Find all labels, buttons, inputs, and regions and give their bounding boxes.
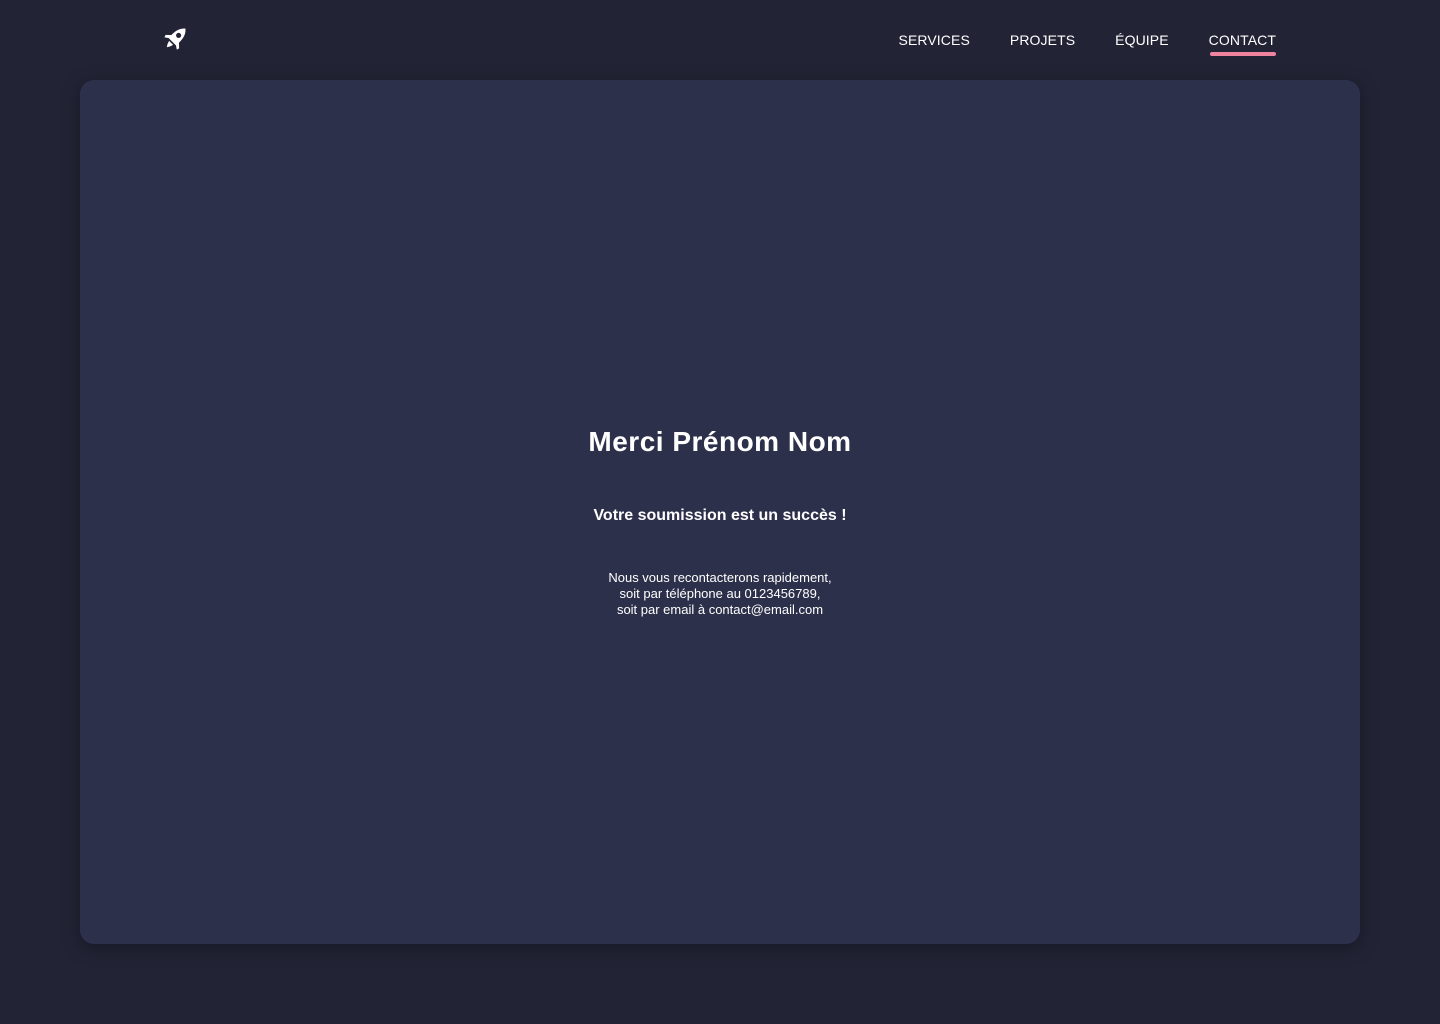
nav-link-contact[interactable]: CONTACT <box>1209 31 1277 56</box>
confirmation-card: Merci Prénom Nom Votre soumission est un… <box>80 80 1360 944</box>
rocket-logo-link[interactable] <box>158 22 192 56</box>
thank-you-title: Merci Prénom Nom <box>588 426 852 457</box>
site-header: SERVICES PROJETS ÉQUIPE CONTACT <box>0 0 1440 80</box>
follow-up-message: Nous vous recontacterons rapidement, soi… <box>80 570 1360 618</box>
message-line: soit par téléphone au 0123456789, <box>619 586 821 601</box>
nav-link-projets[interactable]: PROJETS <box>1010 31 1075 49</box>
rocket-icon <box>164 28 186 50</box>
message-line: soit par email à contact@email.com <box>616 602 824 617</box>
success-subtitle: Votre soumission est un succès ! <box>593 507 847 524</box>
nav-link-equipe[interactable]: ÉQUIPE <box>1115 31 1169 49</box>
message-line: Nous vous recontacterons rapidement, <box>608 570 832 585</box>
main-nav: SERVICES PROJETS ÉQUIPE CONTACT <box>899 31 1277 56</box>
nav-link-services[interactable]: SERVICES <box>899 31 970 49</box>
